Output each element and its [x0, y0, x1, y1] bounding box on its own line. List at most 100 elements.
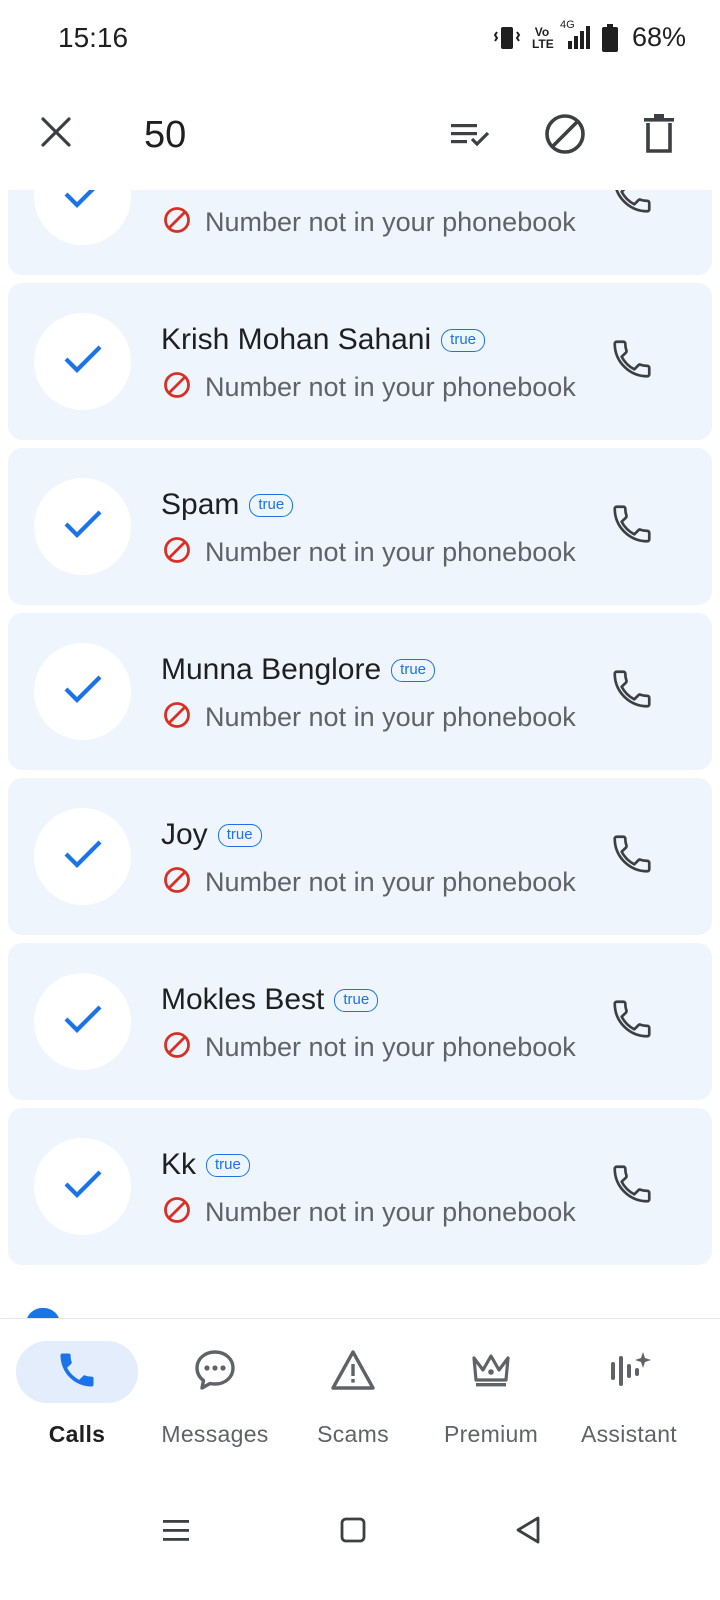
back-icon[interactable]: [500, 1502, 556, 1558]
status-badge: true: [249, 493, 294, 517]
checkmark-icon: [63, 190, 103, 215]
contact-subtitle: Number not in your phonebook: [205, 867, 576, 897]
nav-messages[interactable]: Messages: [145, 1341, 285, 1461]
checkmark-icon: [63, 673, 103, 710]
status-icons: Vo LTE 4G 68%: [492, 19, 686, 53]
warning-icon: [330, 1349, 376, 1396]
status-badge: true: [391, 658, 436, 682]
phone-icon: [609, 996, 655, 1047]
nav-label: Calls: [48, 1421, 106, 1447]
status-badge: true: [441, 328, 486, 352]
call-button[interactable]: [606, 500, 658, 552]
call-list-item[interactable]: Munna Benglore true Number not in your pho…: [8, 613, 712, 770]
selected-count: 50: [144, 114, 187, 156]
battery-level: 68%: [631, 22, 686, 52]
call-button[interactable]: [606, 190, 658, 222]
selected-avatar[interactable]: [34, 973, 131, 1070]
blocked-icon: [163, 866, 191, 899]
contact-subtitle-line: Number not in your phonebook: [163, 701, 595, 734]
contact-name-line: Gorelal Pateltrue: [161, 190, 388, 192]
contact-subtitle: Number not in your phonebook: [205, 207, 576, 237]
battery-icon: [601, 23, 618, 52]
call-button[interactable]: [606, 830, 658, 882]
home-icon[interactable]: [325, 1502, 381, 1558]
status-badge: true: [206, 1153, 250, 1177]
menu-icon[interactable]: [148, 1502, 204, 1558]
crown-icon: [469, 1350, 513, 1395]
checkmark-icon: [63, 838, 103, 875]
vibrate-icon: [492, 23, 522, 53]
phone-icon: [609, 666, 655, 717]
assistant-sparkle-icon: [607, 1348, 651, 1397]
select-all-icon[interactable]: [442, 106, 498, 162]
blocked-icon: [163, 1031, 191, 1064]
call-list-item[interactable]: Kk true Number not in your phonebook: [8, 1108, 712, 1265]
call-button[interactable]: [606, 665, 658, 717]
signal-icon: 4G: [560, 19, 592, 51]
close-icon[interactable]: [30, 106, 82, 158]
contact-name: Joy: [161, 818, 208, 851]
bottom-navigation: Calls Messages Scams Premium Assistant: [0, 1318, 720, 1478]
contact-name: Kk: [161, 1148, 197, 1181]
system-navigation-bar: [0, 1478, 720, 1600]
contact-name-line: Kk true: [161, 1148, 250, 1182]
contact-name: Gorelal Patel: [161, 190, 334, 192]
nav-label: Assistant: [580, 1421, 677, 1447]
contact-subtitle-line: Number not in your phonebook: [163, 206, 595, 239]
nav-label: Scams: [317, 1421, 389, 1447]
selected-avatar[interactable]: [34, 313, 131, 410]
nav-scams[interactable]: Scams: [283, 1341, 423, 1461]
contact-subtitle: Number not in your phonebook: [205, 537, 576, 567]
call-button[interactable]: [606, 335, 658, 387]
call-list-item[interactable]: Gorelal Pateltrue Number not in your phon…: [8, 190, 712, 275]
contact-subtitle: Number not in your phonebook: [205, 702, 576, 732]
contact-name-line: Spam true: [161, 488, 294, 522]
selected-avatar[interactable]: [34, 643, 131, 740]
blocked-icon: [163, 1196, 191, 1229]
nav-assistant[interactable]: Assistant: [559, 1341, 699, 1461]
blocked-icon: [163, 536, 191, 569]
selected-avatar[interactable]: [34, 808, 131, 905]
phone-icon: [609, 831, 655, 882]
call-list-item[interactable]: Krish Mohan Sahani true Number not in your…: [8, 283, 712, 440]
chat-bubble-icon: [193, 1348, 237, 1397]
selected-avatar[interactable]: [34, 1138, 131, 1235]
call-list-item[interactable]: Joy true Number not in your phonebook: [8, 778, 712, 935]
contact-subtitle-line: Number not in your phonebook: [163, 371, 595, 404]
nav-premium[interactable]: Premium: [421, 1341, 561, 1461]
network-type: 4G: [559, 18, 575, 31]
block-icon[interactable]: [537, 106, 593, 162]
call-list-item[interactable]: Spam true Number not in your phonebook: [8, 448, 712, 605]
call-list-item[interactable]: Mokles Best true Number not in your phoneb…: [8, 943, 712, 1100]
contact-subtitle: Number not in your phonebook: [205, 372, 576, 402]
contact-subtitle-line: Number not in your phonebook: [163, 1031, 595, 1064]
selected-avatar[interactable]: [34, 478, 131, 575]
nav-calls[interactable]: Calls: [7, 1341, 147, 1461]
contact-name-line: Joy true: [161, 818, 262, 852]
phone-icon: [55, 1348, 99, 1397]
contact-name: Spam: [161, 488, 240, 521]
blocked-icon: [163, 206, 191, 239]
contact-subtitle: Number not in your phonebook: [205, 1197, 576, 1227]
selected-avatar[interactable]: [34, 190, 131, 245]
nav-label: Premium: [443, 1421, 539, 1447]
status-bar: 15:16 Vo LTE 4G 68%: [0, 0, 720, 80]
contact-name: Munna Benglore: [161, 653, 382, 686]
selection-toolbar: 50: [0, 80, 720, 190]
delete-icon[interactable]: [631, 106, 687, 162]
checkmark-icon: [63, 1003, 103, 1040]
call-button[interactable]: [606, 995, 658, 1047]
contact-name-line: Krish Mohan Sahani true: [161, 323, 486, 357]
contact-subtitle-line: Number not in your phonebook: [163, 866, 595, 899]
volte-icon: Vo LTE: [531, 24, 554, 51]
phone-icon: [609, 1161, 655, 1212]
contact-subtitle-line: Number not in your phonebook: [163, 1196, 595, 1229]
contact-subtitle-line: Number not in your phonebook: [163, 536, 595, 569]
checkmark-icon: [63, 343, 103, 380]
phone-icon: [609, 190, 655, 222]
phone-icon: [609, 501, 655, 552]
contact-name-line: Munna Benglore true: [161, 653, 436, 687]
call-button[interactable]: [606, 1160, 658, 1212]
contact-name-line: Mokles Best true: [161, 983, 379, 1017]
call-list[interactable]: Gorelal PateltrueNumber not in your phon…: [0, 190, 720, 1318]
